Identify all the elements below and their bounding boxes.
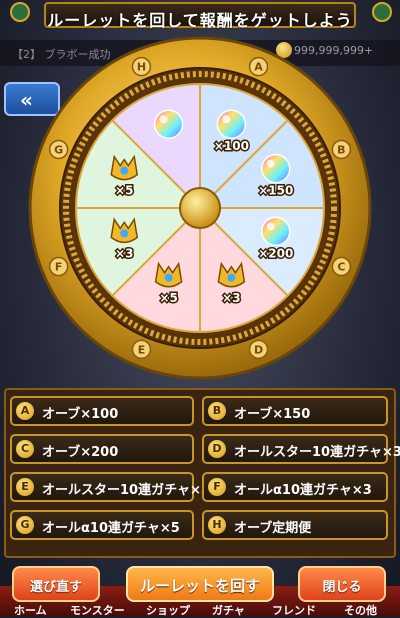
segment-letter: C xyxy=(337,261,345,274)
option-letter-badge: F xyxy=(208,478,226,496)
reward-quantity: ×5 xyxy=(159,291,177,305)
option-letter-badge: A xyxy=(16,402,34,420)
orb-shine xyxy=(222,115,231,124)
rainbow-orb-icon xyxy=(216,109,247,139)
segment-letter: H xyxy=(137,61,146,74)
dragon-gem xyxy=(120,229,129,238)
rainbow-orb-icon xyxy=(261,153,291,184)
option-label: オールα10連ガチャ×3 xyxy=(234,483,372,498)
close-label: 閉じる xyxy=(322,580,362,595)
option-h[interactable]: H オーブ定期便 xyxy=(202,510,388,540)
option-label: オールα10連ガチャ×5 xyxy=(42,521,180,536)
option-label: オーブ×200 xyxy=(42,445,119,460)
orb-shine xyxy=(266,159,275,168)
segment-letter: F xyxy=(55,261,63,274)
option-letter-badge: H xyxy=(208,516,226,534)
wheel-hub xyxy=(179,187,221,229)
segment-letter: A xyxy=(254,61,263,74)
rainbow-orb-icon xyxy=(153,109,184,139)
option-label: オールスター10連ガチャ×3 xyxy=(234,445,400,460)
option-a[interactable]: A オーブ×100 xyxy=(10,396,194,426)
close-button[interactable]: 閉じる xyxy=(298,566,386,602)
roulette-wheel: A B C D E F G H ×100 ×150 ×200 ×3 ×5 ×3 ×5 xyxy=(28,36,372,380)
option-f[interactable]: F オールα10連ガチャ×3 xyxy=(202,472,388,502)
reward-quantity: ×5 xyxy=(115,184,133,198)
reward-quantity: ×3 xyxy=(115,246,133,260)
dragon-gem xyxy=(120,166,129,175)
option-d[interactable]: D オールスター10連ガチャ×3 xyxy=(202,434,400,464)
option-b[interactable]: B オーブ×150 xyxy=(202,396,388,426)
reward-quantity: ×200 xyxy=(258,246,293,260)
reselect-label: 選び直す xyxy=(29,580,82,595)
option-label: オーブ定期便 xyxy=(234,521,312,536)
reward-quantity: ×3 xyxy=(222,291,240,305)
option-label: オールスター10連ガチャ×5 xyxy=(42,483,210,498)
reward-quantity: ×150 xyxy=(258,184,293,198)
option-e[interactable]: E オールスター10連ガチャ×5 xyxy=(10,472,210,502)
option-letter-badge: G xyxy=(16,516,34,534)
segment-letter: E xyxy=(138,343,146,356)
reward-quantity: ×100 xyxy=(214,139,249,153)
orb-shine xyxy=(159,115,168,124)
spin-label: ルーレットを回す xyxy=(139,577,260,595)
segment-letter: B xyxy=(337,143,345,156)
option-letter-badge: C xyxy=(16,440,34,458)
option-g[interactable]: G オールα10連ガチャ×5 xyxy=(10,510,194,540)
segment-letter: G xyxy=(54,143,63,156)
reselect-button[interactable]: 選び直す xyxy=(12,566,100,602)
segment-letter: D xyxy=(254,343,263,356)
dragon-gem xyxy=(227,273,236,282)
option-letter-badge: E xyxy=(16,478,34,496)
option-letter-badge: D xyxy=(208,440,226,458)
orb-shine xyxy=(266,222,275,231)
option-label: オーブ×150 xyxy=(234,407,311,422)
option-letter-badge: B xyxy=(208,402,226,420)
rainbow-orb-icon xyxy=(261,216,291,247)
dragon-gem xyxy=(164,273,173,282)
option-c[interactable]: C オーブ×200 xyxy=(10,434,194,464)
spin-button[interactable]: ルーレットを回す xyxy=(126,566,274,602)
option-label: オーブ×100 xyxy=(42,407,119,422)
